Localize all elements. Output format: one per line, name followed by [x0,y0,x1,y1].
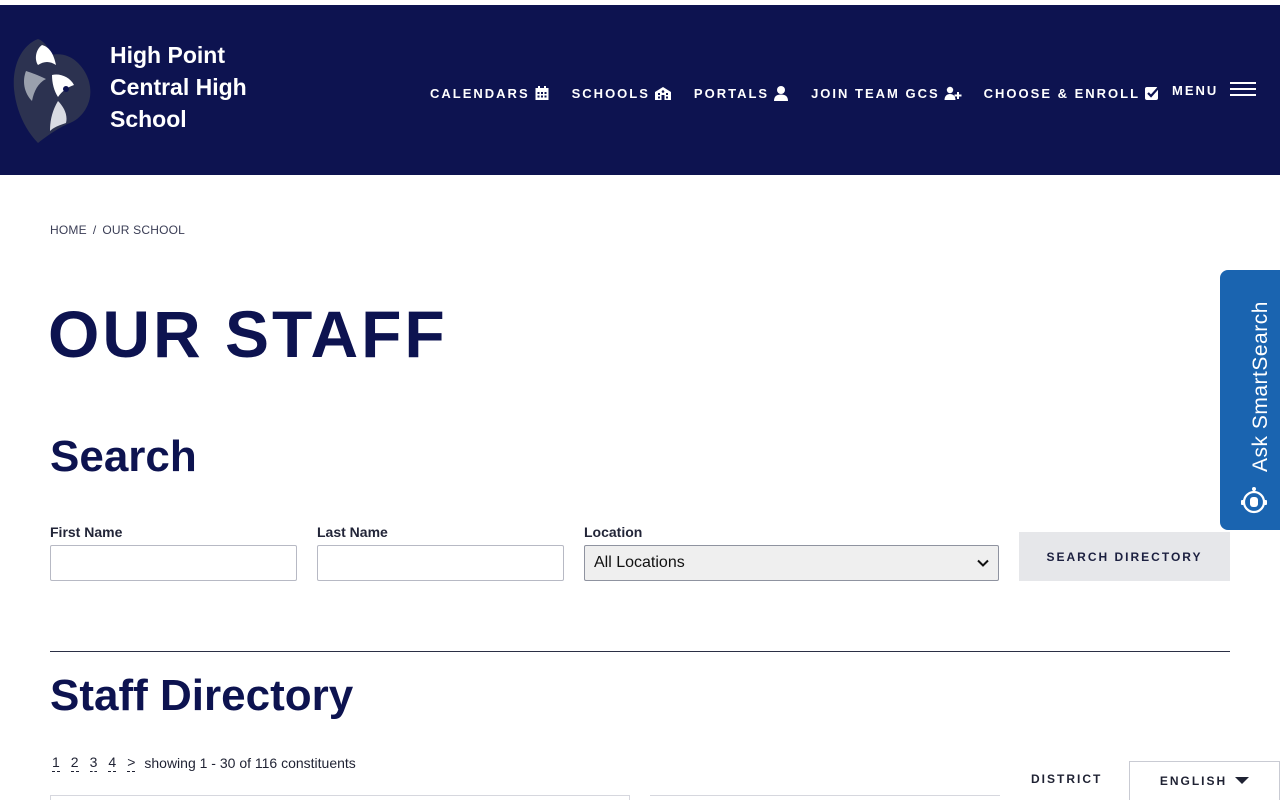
nav-item-calendars[interactable]: CALENDARS [430,85,550,101]
location-label: Location [584,524,643,540]
nav-item-label: SCHOOLS [571,85,650,101]
staff-directory-heading: Staff Directory [50,671,354,720]
nav-item-schools[interactable]: SCHOOLS [572,85,672,101]
hamburger-icon [1230,81,1257,100]
add-user-icon [944,85,962,101]
nav-item-portals[interactable]: PORTALS [694,85,789,101]
chevron-down-icon [977,554,989,572]
page-link-2[interactable]: 2 [70,754,79,772]
nav-item-choose-enroll[interactable]: CHOOSE & ENROLL [984,85,1160,101]
nav-item-label: PORTALS [693,85,770,101]
breadcrumb-home[interactable]: HOME [50,223,87,237]
menu-button[interactable]: MENU [1172,81,1257,100]
main-nav: CALENDARS SCHOOLS PORTALS JOIN TEAM GCS … [430,81,1182,105]
last-name-input[interactable] [317,545,564,581]
first-name-input[interactable] [50,545,297,581]
language-label: ENGLISH [1159,774,1228,788]
language-selector[interactable]: ENGLISH [1129,761,1280,800]
location-select[interactable]: All Locations [584,545,999,581]
first-name-label: First Name [50,524,123,540]
nav-item-label: CALENDARS [430,85,530,101]
nav-item-label: JOIN TEAM GCS [811,85,940,101]
school-name-line1: High Point [110,42,225,68]
next-page-link[interactable]: > [127,754,136,772]
bison-logo[interactable] [8,31,94,147]
school-building-icon [654,85,672,101]
search-directory-button[interactable]: SEARCH DIRECTORY [1019,532,1230,581]
chatbot-icon [1239,484,1269,523]
page-link-3[interactable]: 3 [89,754,98,772]
nav-item-label: CHOOSE & ENROLL [983,85,1141,101]
caret-down-icon [1235,777,1250,785]
school-name[interactable]: High Point Central High School [110,39,280,135]
site-header: High Point Central High School CALENDARS… [0,5,1280,175]
calendar-icon [534,85,550,101]
last-name-label: Last Name [317,524,388,540]
pagination: 1 2 3 4 > showing 1 - 30 of 116 constitu… [52,754,356,772]
location-selected-value: All Locations [594,554,685,571]
staff-card [50,795,630,800]
menu-label: MENU [1172,83,1219,98]
page-link-4[interactable]: 4 [108,754,117,772]
page-title: OUR STAFF [48,297,448,371]
ask-smartsearch-tab[interactable]: Ask SmartSearch [1220,270,1280,530]
smartsearch-label: Ask SmartSearch [1249,301,1272,472]
breadcrumb: HOME / OUR SCHOOL [50,223,185,237]
district-label[interactable]: DISTRICT [1031,772,1102,786]
user-icon [773,85,789,101]
results-count: showing 1 - 30 of 116 constituents [144,755,356,771]
breadcrumb-current[interactable]: OUR SCHOOL [102,223,185,237]
staff-card [650,795,1000,800]
checkbox-icon [1144,85,1160,101]
breadcrumb-separator: / [92,223,97,237]
nav-item-join-team[interactable]: JOIN TEAM GCS [811,85,962,101]
search-heading: Search [50,432,197,481]
school-name-line2: Central High [110,74,247,100]
school-name-line3: School [110,106,187,132]
page-link-1[interactable]: 1 [52,754,60,772]
section-divider [50,651,1230,652]
